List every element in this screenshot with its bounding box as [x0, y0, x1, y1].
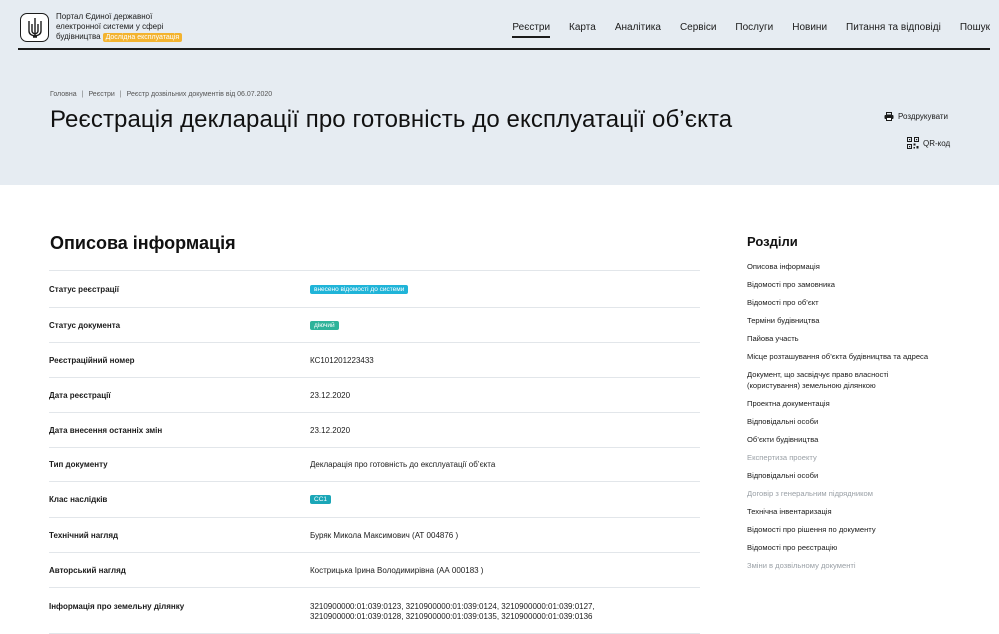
section-link[interactable]: Зміни в дозвільному документі	[747, 560, 987, 571]
breadcrumb: Головна | Реєстри | Реєстр дозвільних до…	[50, 91, 272, 98]
info-table: Статус реєстрації внесено відомості до си…	[49, 270, 700, 634]
printer-icon	[884, 112, 894, 121]
breadcrumb-separator: |	[119, 91, 122, 98]
row-value-line: Декларація про готовність до експлуатаці…	[310, 460, 496, 469]
row-value-line: КС101201223433	[310, 356, 374, 365]
section-link[interactable]: Відомості про рішення по документу	[747, 524, 987, 535]
info-row: Статус документа діючий	[49, 307, 700, 342]
row-label: Авторський нагляд	[49, 566, 126, 575]
info-row: Дата реєстрації 23.12.2020	[49, 377, 700, 412]
row-value-line: 23.12.2020	[310, 391, 351, 400]
top-header: Портал Єдиної державної електронної сист…	[0, 0, 999, 56]
row-label: Реєстраційний номер	[49, 356, 135, 365]
status-badge: СС1	[310, 495, 332, 504]
section-link[interactable]: Відповідальні особи	[747, 416, 987, 427]
nav-item[interactable]: Реєстри	[503, 21, 560, 38]
qr-code-icon	[907, 137, 919, 149]
page-hero: Головна | Реєстри | Реєстр дозвільних до…	[0, 56, 999, 185]
row-label: Статус реєстрації	[49, 285, 120, 294]
row-value: Декларація про готовність до експлуатаці…	[310, 460, 495, 470]
nav-item[interactable]: Сервіси	[670, 21, 725, 37]
status-badge: внесено відомості до системи	[310, 285, 409, 294]
status-badge: діючий	[310, 321, 339, 330]
nav-item[interactable]: Аналітика	[605, 21, 670, 37]
row-value: КС101201223433	[310, 356, 374, 366]
section-link[interactable]: Терміни будівництва	[747, 315, 987, 326]
row-value-line: Буряк Микола Максимович (АТ 004876 )	[310, 531, 459, 540]
coat-of-arms-logo[interactable]	[20, 13, 49, 42]
sections-list: Описова інформація Відомості про замовник…	[747, 261, 987, 571]
section-link[interactable]: Відомості про замовника	[747, 279, 987, 290]
portal-brand[interactable]: Портал Єдиної державної електронної сист…	[56, 12, 226, 42]
section-link[interactable]: Відомості про реєстрацію	[747, 542, 987, 553]
brand-line-2: електронної системи у сфері	[56, 22, 164, 31]
row-value: внесено відомості до системи	[310, 284, 409, 294]
row-value: Кострицька Ірина Володимирівна (АА 00018…	[310, 566, 483, 576]
row-value: 3210900000:01:039:0123, 3210900000:01:03…	[310, 602, 595, 622]
row-value: 23.12.2020	[310, 391, 350, 401]
row-label: Інформація про земельну ділянку	[49, 602, 185, 611]
row-value-line: Кострицька Ірина Володимирівна (АА 00018…	[310, 566, 484, 575]
brand-line-3: будівництва	[56, 32, 101, 41]
print-label: Роздрукувати	[898, 112, 949, 121]
section-link[interactable]: Відомості про об’єкт	[747, 297, 987, 308]
section-link[interactable]: Проектна документація	[747, 398, 987, 409]
row-label: Статус документа	[49, 321, 121, 330]
page-title: Реєстрація декларації про готовність до …	[50, 106, 733, 133]
row-value-line: 3210900000:01:039:0123, 3210900000:01:03…	[310, 602, 595, 611]
print-button[interactable]: Роздрукувати	[884, 112, 948, 121]
info-row: Клас наслідків СС1	[49, 481, 700, 517]
nav-item[interactable]: Новини	[783, 21, 837, 37]
row-label: Тип документу	[49, 460, 108, 469]
info-row: Статус реєстрації внесено відомості до си…	[49, 270, 700, 307]
row-value: діючий	[310, 320, 339, 330]
section-link[interactable]: Місце розташування об’єкта будівництва т…	[747, 351, 987, 362]
sections-title: Розділи	[747, 234, 798, 249]
breadcrumb-registries[interactable]: Реєстри	[88, 91, 114, 98]
section-link[interactable]: Експертиза проекту	[747, 452, 987, 463]
header-divider	[18, 48, 990, 50]
row-label: Дата реєстрації	[49, 391, 111, 400]
section-link[interactable]: Об’єкти будівництва	[747, 434, 987, 445]
section-link[interactable]: Договір з генеральним підрядником	[747, 488, 987, 499]
section-link[interactable]: Технічна інвентаризація	[747, 506, 987, 517]
info-row: Реєстраційний номер КС101201223433	[49, 342, 700, 377]
section-link[interactable]: Пайова участь	[747, 333, 987, 344]
section-link[interactable]: Описова інформація	[747, 261, 987, 272]
qr-code-button[interactable]: QR-код	[907, 137, 950, 149]
row-label: Дата внесення останніх змін	[49, 426, 163, 435]
row-label: Технічний нагляд	[49, 531, 119, 540]
row-value: СС1	[310, 494, 332, 504]
trident-icon	[27, 17, 42, 38]
nav-item[interactable]: Карта	[560, 21, 606, 37]
nav-item[interactable]: Пошук	[950, 21, 990, 37]
main-nav: Реєстри Карта Аналітика Сервіси Послуги Новин…	[503, 21, 990, 38]
row-value-line: 3210900000:01:039:0128, 3210900000:01:03…	[310, 612, 593, 621]
info-row: Авторський нагляд Кострицька Ірина Володи…	[49, 552, 700, 587]
breadcrumb-current: Реєстр дозвільних документів від 06.07.2…	[126, 91, 273, 98]
row-value-line: 23.12.2020	[310, 426, 351, 435]
qr-code-label: QR-код	[923, 138, 951, 148]
info-row: Дата внесення останніх змін 23.12.2020	[49, 412, 700, 447]
row-value: 23.12.2020	[310, 426, 350, 436]
section-title: Описова інформація	[50, 233, 236, 253]
section-link[interactable]: Документ, що засвідчує право власності (…	[747, 369, 917, 391]
breadcrumb-home[interactable]: Головна	[50, 91, 77, 98]
nav-item[interactable]: Послуги	[726, 21, 783, 37]
section-link[interactable]: Відповідальні особи	[747, 470, 987, 481]
info-row: Технічний нагляд Буряк Микола Максимович …	[49, 517, 700, 552]
brand-line-1: Портал Єдиної державної	[56, 12, 153, 21]
row-label: Клас наслідків	[49, 495, 108, 504]
info-row: Тип документу Декларація про готовність д…	[49, 447, 700, 481]
info-row: Інформація про земельну ділянку 321090000…	[49, 587, 700, 634]
nav-item[interactable]: Питання та відповіді	[837, 21, 951, 37]
breadcrumb-separator: |	[81, 91, 84, 98]
beta-badge: Дослідна експлуатація	[102, 33, 183, 42]
row-value: Буряк Микола Максимович (АТ 004876 )	[310, 531, 458, 541]
